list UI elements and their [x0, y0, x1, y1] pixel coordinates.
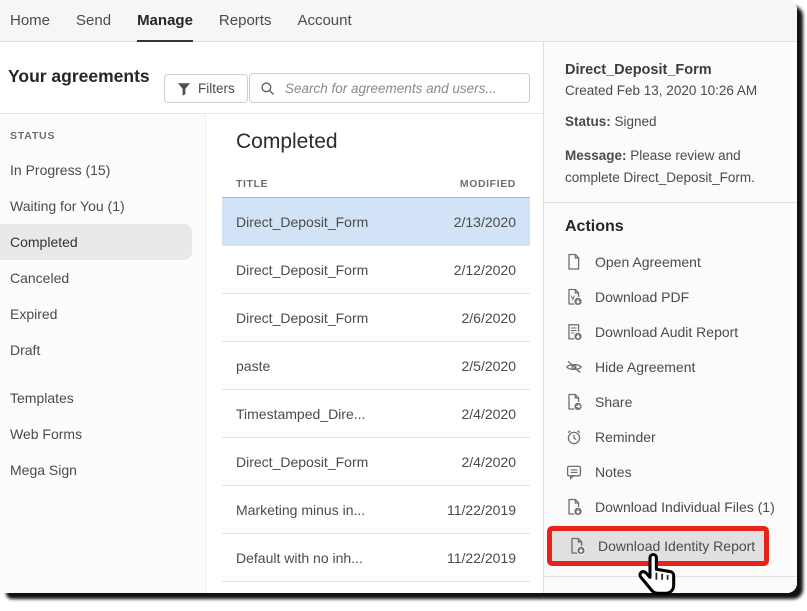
nav-item-send[interactable]: Send	[76, 0, 111, 41]
download-file-icon	[568, 537, 586, 555]
status-value: Signed	[615, 114, 657, 129]
nav-item-manage[interactable]: Manage	[137, 0, 193, 41]
agreement-title: Direct_Deposit_Form	[236, 310, 368, 326]
agreement-row[interactable]: Direct_Deposit_Form 2/6/2020	[222, 294, 530, 342]
agreement-row[interactable]: Marketing minus in... 11/22/2019	[222, 486, 530, 534]
search-icon	[260, 81, 275, 96]
download-report-icon	[565, 323, 583, 341]
actions-heading: Actions	[565, 218, 781, 236]
message-label: Message:	[565, 148, 627, 163]
notes-icon	[565, 463, 583, 481]
action-share[interactable]: Share	[565, 384, 781, 419]
list-column-headers: TITLE MODIFIED	[222, 178, 530, 198]
agreement-modified-date: 2/4/2020	[462, 454, 517, 470]
agreement-modified-date: 2/12/2020	[454, 262, 516, 278]
action-label: Hide Agreement	[595, 359, 695, 375]
agreements-toolbar: Your agreements Filters	[0, 42, 543, 114]
agreement-row[interactable]: Direct_Deposit_Form 2/13/2020	[222, 198, 530, 246]
agreement-modified-date: 2/6/2020	[462, 310, 517, 326]
action-label: Reminder	[595, 429, 656, 445]
status-section-label: STATUS	[10, 130, 205, 142]
agreement-row[interactable]: Direct_Deposit_Form 2/12/2020	[222, 246, 530, 294]
agreement-title: paste	[236, 358, 270, 374]
detail-status: Status: Signed	[565, 114, 781, 129]
agreement-row[interactable]: Timestamped_Dire... 2/4/2020	[222, 390, 530, 438]
agreement-modified-date: 2/4/2020	[462, 406, 517, 422]
agreement-row[interactable]: Direct_Deposit_Form 2/4/2020	[222, 438, 530, 486]
agreement-modified-date: 11/22/2019	[447, 502, 516, 518]
filter-funnel-icon	[177, 82, 191, 96]
column-title: TITLE	[236, 178, 268, 190]
filters-button[interactable]: Filters	[164, 74, 248, 103]
sidebar-item-draft[interactable]: Draft	[0, 332, 192, 368]
nav-item-reports[interactable]: Reports	[219, 0, 272, 41]
sidebar-item-in-progress-15[interactable]: In Progress (15)	[0, 152, 192, 188]
status-sidebar: STATUS In Progress (15)Waiting for You (…	[0, 114, 206, 593]
action-download-audit-report[interactable]: Download Audit Report	[565, 314, 781, 349]
sidebar-item-expired[interactable]: Expired	[0, 296, 192, 332]
agreement-title: Direct_Deposit_Form	[236, 454, 368, 470]
action-label: Notes	[595, 464, 632, 480]
nav-item-home[interactable]: Home	[10, 0, 50, 41]
sidebar-item-mega-sign[interactable]: Mega Sign	[0, 452, 192, 488]
agreement-row[interactable]: paste 2/5/2020	[222, 342, 530, 390]
search-box	[249, 73, 530, 103]
sidebar-group-gap	[0, 368, 205, 380]
action-label: Share	[595, 394, 632, 410]
agreement-title: Direct_Deposit_Form	[236, 262, 368, 278]
download-file-icon	[565, 498, 583, 516]
agreement-title: Timestamped_Dire...	[236, 406, 365, 422]
download-pdf-icon	[565, 288, 583, 306]
action-label: Download Identity Report	[598, 538, 755, 554]
action-label: Download PDF	[595, 289, 689, 305]
sidebar-item-waiting-for-you-1[interactable]: Waiting for You (1)	[0, 188, 192, 224]
page-title: Your agreements	[8, 66, 150, 87]
agreement-title: Direct_Deposit_Form	[236, 214, 368, 230]
agreement-modified-date: 2/13/2020	[454, 214, 516, 230]
list-heading: Completed	[236, 130, 543, 154]
sidebar-item-completed[interactable]: Completed	[0, 224, 192, 260]
action-download-pdf[interactable]: Download PDF	[565, 279, 781, 314]
document-icon	[565, 253, 583, 271]
action-hide-agreement[interactable]: Hide Agreement	[565, 349, 781, 384]
nav-item-account[interactable]: Account	[297, 0, 351, 41]
app-window: Home Send Manage Reports Account Your agreem…	[0, 0, 797, 593]
agreement-modified-date: 2/5/2020	[462, 358, 517, 374]
agreement-title: Marketing minus in...	[236, 502, 365, 518]
agreement-row[interactable]: Default with no inh... 11/22/2019	[222, 534, 530, 582]
details-divider	[544, 202, 797, 203]
action-label: Download Individual Files (1)	[595, 499, 775, 515]
column-modified: MODIFIED	[460, 178, 516, 190]
detail-created: Created Feb 13, 2020 10:26 AM	[565, 83, 781, 98]
hide-eye-icon	[565, 358, 583, 376]
action-reminder[interactable]: Reminder	[565, 419, 781, 454]
action-label: Download Audit Report	[595, 324, 738, 340]
action-download-identity-report[interactable]: Download Identity Report	[547, 526, 769, 566]
share-icon	[565, 393, 583, 411]
action-open-agreement[interactable]: Open Agreement	[565, 244, 781, 279]
agreement-title: Default with no inh...	[236, 550, 363, 566]
agreement-details-panel: Direct_Deposit_Form Created Feb 13, 2020…	[543, 42, 797, 593]
sidebar-item-web-forms[interactable]: Web Forms	[0, 416, 192, 452]
agreement-modified-date: 11/22/2019	[447, 550, 516, 566]
action-label: Open Agreement	[595, 254, 701, 270]
sidebar-item-canceled[interactable]: Canceled	[0, 260, 192, 296]
sidebar-item-templates[interactable]: Templates	[0, 380, 192, 416]
action-download-individual-files-1[interactable]: Download Individual Files (1)	[565, 489, 781, 524]
reminder-clock-icon	[565, 428, 583, 446]
actions-bottom-divider	[544, 576, 797, 577]
detail-title: Direct_Deposit_Form	[565, 62, 781, 78]
agreement-list: Completed TITLE MODIFIED Direct_Deposit_…	[206, 114, 543, 593]
top-nav: Home Send Manage Reports Account	[0, 0, 797, 42]
search-input[interactable]	[283, 80, 529, 97]
filters-button-label: Filters	[198, 81, 235, 96]
action-notes[interactable]: Notes	[565, 454, 781, 489]
detail-message: Message: Please review and complete Dire…	[565, 145, 781, 188]
status-label: Status:	[565, 114, 611, 129]
